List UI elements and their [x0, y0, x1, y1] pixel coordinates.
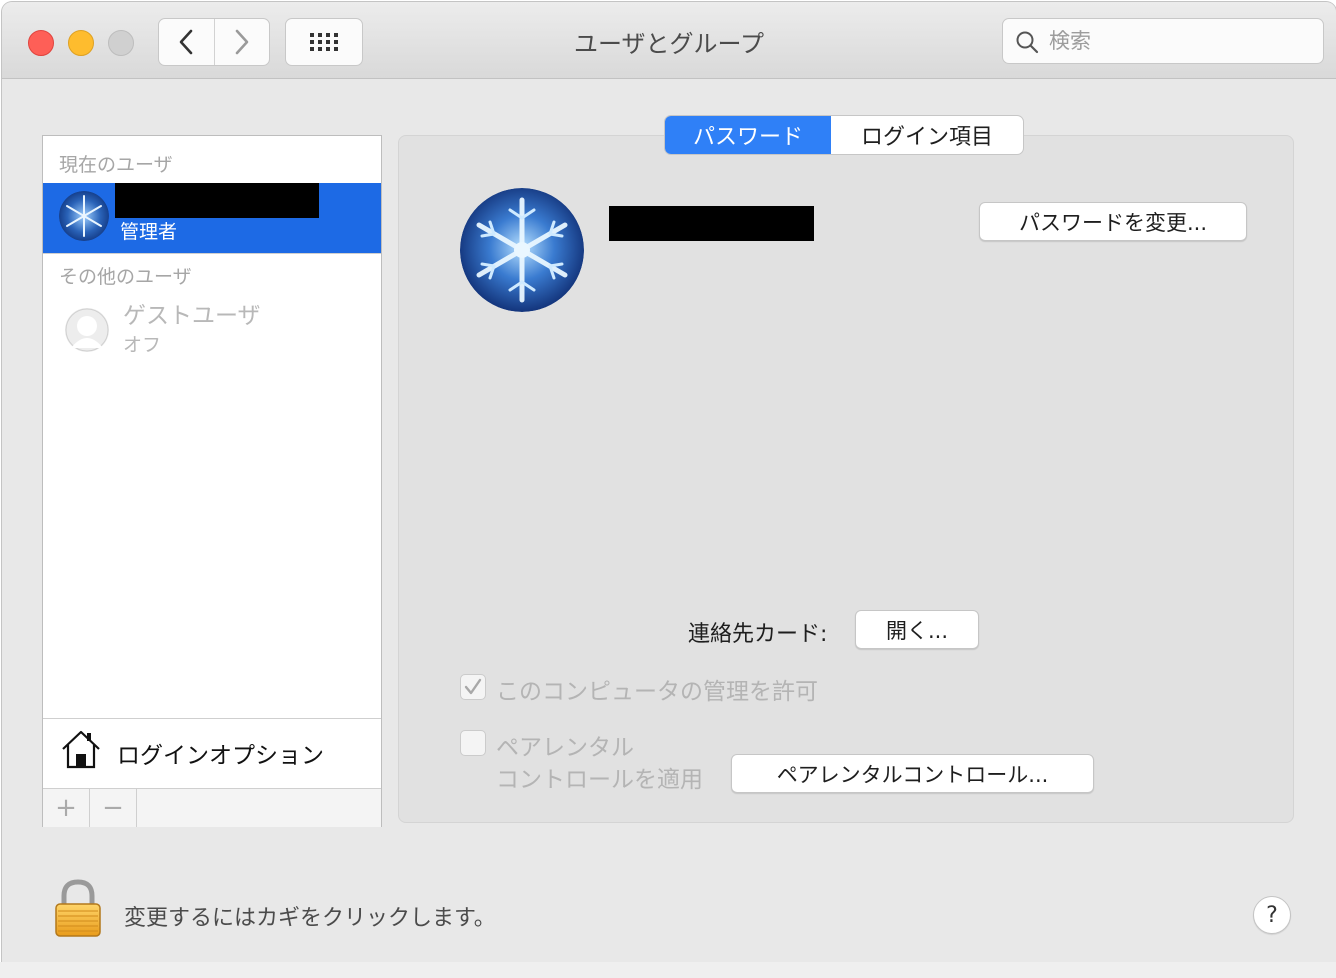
snowflake-avatar — [59, 191, 109, 241]
user-silhouette-icon — [65, 308, 109, 352]
user-list: 現在のユーザ 管理者 その他のユーザ ゲストユーザ オフ ログインオプション +… — [42, 135, 382, 827]
current-user-row[interactable]: 管理者 — [43, 183, 381, 253]
open-contact-card-button[interactable]: 開く... — [855, 610, 979, 649]
help-button[interactable]: ? — [1253, 896, 1291, 934]
house-icon — [62, 730, 100, 769]
user-picture[interactable] — [460, 188, 584, 312]
parental-controls-button[interactable]: ペアレンタルコントロール... — [731, 754, 1094, 793]
lock-message: 変更するにはカギをクリックします。 — [124, 906, 496, 931]
parental-label-line1: ペアレンタル — [496, 735, 634, 761]
current-users-header: 現在のユーザ — [59, 154, 173, 176]
add-user-button[interactable]: + — [43, 789, 90, 827]
guest-user-name: ゲストユーザ — [123, 303, 261, 329]
preferences-window: ユーザとグループ 現在のユーザ 管理者 その他のユーザ — [2, 2, 1336, 976]
redacted-full-name — [609, 206, 814, 241]
login-options-label: ログインオプション — [117, 743, 324, 769]
user-role: 管理者 — [120, 221, 178, 243]
contact-card-label: 連絡先カード: — [688, 622, 828, 647]
allow-admin-label: このコンピュータの管理を許可 — [496, 679, 818, 705]
search-input[interactable] — [1047, 25, 1311, 57]
change-password-button[interactable]: パスワードを変更... — [979, 202, 1247, 241]
list-toolbar: + − — [43, 788, 381, 827]
search-icon — [1016, 31, 1039, 54]
login-options-item[interactable]: ログインオプション — [43, 719, 381, 787]
allow-admin-checkbox[interactable] — [460, 674, 486, 700]
lock-icon[interactable] — [52, 878, 104, 944]
checkmark-icon — [464, 678, 482, 695]
parental-controls-checkbox[interactable] — [460, 730, 486, 756]
search-field[interactable] — [1002, 18, 1324, 64]
tab-password[interactable]: パスワード — [665, 116, 831, 154]
redacted-user-name — [115, 183, 319, 218]
parental-label-line2: コントロールを適用 — [496, 767, 703, 793]
guest-user-status: オフ — [123, 334, 162, 356]
tab-bar: パスワード ログイン項目 — [664, 115, 1024, 155]
tab-login-items[interactable]: ログイン項目 — [831, 116, 1023, 154]
remove-user-button[interactable]: − — [90, 789, 137, 827]
other-users-header: その他のユーザ — [59, 266, 192, 288]
title-bar: ユーザとグループ — [2, 2, 1336, 79]
background-window-edge — [0, 962, 1336, 978]
